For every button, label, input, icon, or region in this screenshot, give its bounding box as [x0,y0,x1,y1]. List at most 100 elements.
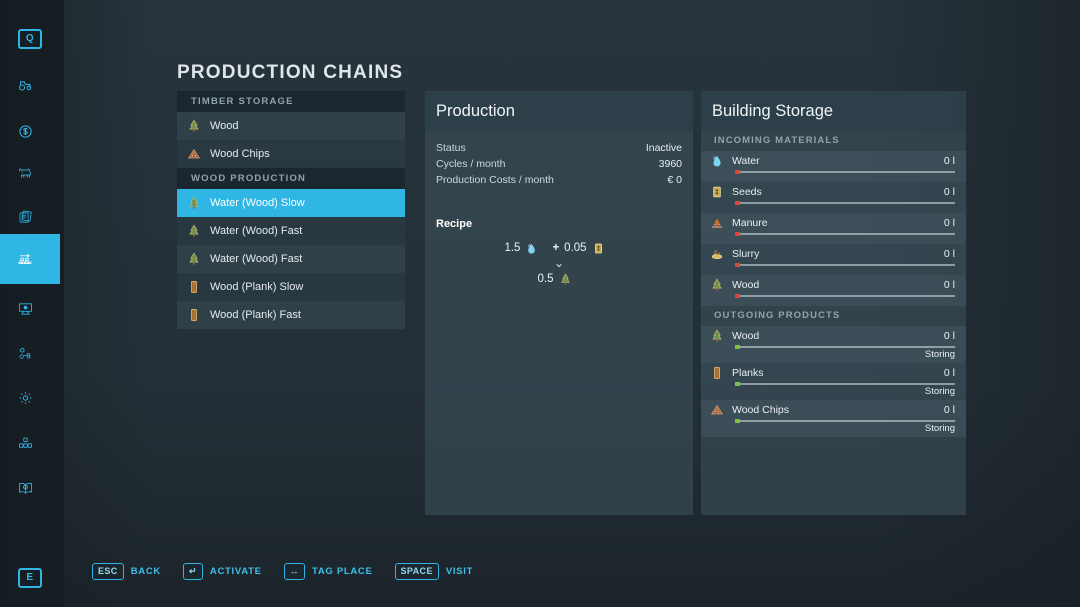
sidebar-item-key-q[interactable]: Q [0,14,60,64]
storage-row-spacer [710,173,955,179]
water-drop-icon [525,242,538,255]
storage-row[interactable]: Slurry0 l [701,244,966,275]
chain-list-item[interactable]: Wood [177,112,405,140]
storage-row-status: Storing [710,385,955,400]
storage-row-top: Planks0 l [710,363,955,383]
help-item[interactable]: ↔ TAG PLACE [284,563,373,580]
tree-icon [187,196,201,210]
sidebar-item-animals-icon[interactable] [0,148,60,198]
help-item-label: TAG PLACE [312,566,372,577]
recipe-inputs: 1.5+0.05 [425,239,693,257]
leftright-key: ↔ [284,563,305,580]
chain-list-item[interactable]: Water (Wood) Fast [177,245,405,273]
production-stat-label: Status [436,142,466,154]
storage-row-top: Wood Chips0 l [710,400,955,420]
chain-list-item-label: Wood (Plank) Fast [210,309,301,321]
sidebar-item-statistics-icon[interactable] [0,284,60,334]
production-chain-list[interactable]: TIMBER STORAGEWoodWood ChipsWOOD PRODUCT… [177,91,405,329]
finances-icon [18,124,33,139]
storage-row[interactable]: Manure0 l [701,213,966,244]
plank-icon [187,308,201,322]
construction-icon [18,436,33,451]
settings-icon [18,391,33,406]
water-drop-icon [710,154,724,168]
help-item[interactable]: ESCBACK [92,563,161,580]
woodchips-icon [710,403,724,417]
contracts-icon [18,210,33,225]
storage-row-amount: 0 l [944,155,955,167]
sidebar-item-help-book-icon[interactable] [0,463,60,513]
storage-fill-marker [735,345,740,349]
building-storage-panel: Building Storage INCOMING MATERIALSWater… [701,91,966,515]
storage-row-spacer [710,266,955,272]
sidebar-item-production-chains-icon[interactable] [0,234,60,284]
storage-fill-marker [735,263,740,267]
chain-list-item[interactable]: Wood (Plank) Slow [177,273,405,301]
storage-fill-marker [735,382,740,386]
storage-row[interactable]: Planks0 l Storing [701,363,966,400]
storage-row-label: Wood [732,330,944,342]
storage-fill-marker [735,294,740,298]
storage-fill-marker [735,170,740,174]
tree-icon [187,119,201,133]
sidebar-item-construction-icon[interactable] [0,418,60,468]
production-panel-title: Production [425,91,693,131]
chain-list-item-label: Wood [210,120,239,132]
recipe-plus-sign: + [552,242,559,254]
storage-fill-bar [735,295,955,297]
storage-fill-bar [735,202,955,204]
storage-row-top: Wood0 l [710,326,955,346]
plank-icon [187,280,201,294]
production-stat-row: StatusInactive [425,140,693,156]
storage-section-header: OUTGOING PRODUCTS [701,306,966,326]
help-item[interactable]: ↵ACTIVATE [183,563,262,580]
storage-row-amount: 0 l [944,217,955,229]
chain-list-item-label: Water (Wood) Slow [210,197,305,209]
storage-row-label: Wood Chips [732,404,944,416]
slurry-icon [710,247,724,261]
sidebar-item-vehicle-config-icon[interactable] [0,328,60,378]
recipe-heading: Recipe [425,218,693,230]
chain-list-item[interactable]: Water (Wood) Fast [177,217,405,245]
storage-row-label: Slurry [732,248,944,260]
chain-list-item[interactable]: Wood Chips [177,140,405,168]
storage-row-amount: 0 l [944,186,955,198]
chain-list-item-label: Wood Chips [210,148,270,160]
recipe-outputs: 0.5 [425,270,693,288]
seeds-bag-icon [592,242,605,255]
storage-fill-bar [735,383,955,385]
storage-row-status: Storing [710,422,955,437]
building-storage-title: Building Storage [701,91,966,131]
production-stats: StatusInactiveCycles / month3960 Producti… [425,140,693,188]
animals-icon [18,166,33,181]
production-stat-row: Cycles / month3960 [425,156,693,172]
storage-row-amount: 0 l [944,248,955,260]
storage-fill-bar [735,171,955,173]
storage-row[interactable]: Seeds0 l [701,182,966,213]
production-stat-label: Production Costs / month [436,174,554,186]
storage-fill-marker [735,419,740,423]
storage-row-label: Water [732,155,944,167]
chain-list-item[interactable]: Water (Wood) Slow [177,189,405,217]
storage-row-amount: 0 l [944,367,955,379]
storage-row-spacer [710,235,955,241]
sidebar-item-settings-icon[interactable] [0,373,60,423]
chevron-down-icon: ⌄ [425,258,693,268]
key-e: E [18,568,41,588]
storage-fill-bar [735,420,955,422]
tree-icon [710,329,724,343]
sidebar-item-vehicles-icon[interactable] [0,60,60,110]
help-item[interactable]: SPACEVISIT [395,563,474,580]
chain-list-item[interactable]: Wood (Plank) Fast [177,301,405,329]
enter-key: ↵ [183,563,203,580]
sidebar-item-key-e[interactable]: E [0,553,60,603]
storage-row-label: Wood [732,279,944,291]
storage-row[interactable]: Wood Chips0 l Storing [701,400,966,437]
storage-row-amount: 0 l [944,330,955,342]
storage-row[interactable]: Water0 l [701,151,966,182]
storage-row-label: Manure [732,217,944,229]
storage-row-top: Water0 l [710,151,955,171]
storage-row[interactable]: Wood0 lStoring [701,326,966,363]
storage-row[interactable]: Wood0 l [701,275,966,306]
tree-icon [559,273,572,286]
